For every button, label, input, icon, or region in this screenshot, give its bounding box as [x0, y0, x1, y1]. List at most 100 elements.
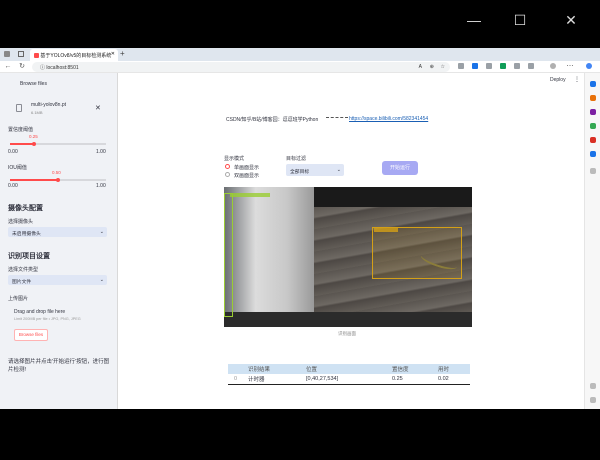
- edge-tools-icon[interactable]: [590, 109, 596, 115]
- radio-dual[interactable]: [225, 172, 230, 177]
- browse-files-button[interactable]: Browse files: [14, 329, 48, 341]
- filetype-select-value: 图片文件: [12, 279, 32, 285]
- radio-single[interactable]: [225, 164, 230, 169]
- extension-icon-1[interactable]: [458, 63, 464, 69]
- deploy-button[interactable]: Deploy: [550, 77, 566, 83]
- display-mode-label: 显示模式: [224, 156, 245, 162]
- conf-min: 0.00: [8, 149, 18, 155]
- browse-files-top[interactable]: Browse files: [20, 81, 47, 87]
- upload-dropzone[interactable]: Drag and drop file here Limit 200MB per …: [8, 305, 107, 348]
- edge-games-icon[interactable]: [590, 123, 596, 129]
- copilot-icon[interactable]: [586, 63, 592, 69]
- target-filter-label: 目标过滤: [286, 156, 307, 162]
- back-icon[interactable]: ←: [4, 63, 12, 71]
- iou-max: 1.00: [96, 183, 106, 189]
- edge-office-icon[interactable]: [590, 137, 596, 143]
- window-titlebar: — ☐ ✕: [0, 0, 600, 40]
- cell-time: 0.02: [432, 374, 470, 385]
- iou-min: 0.00: [8, 183, 18, 189]
- detection-label-2: [374, 228, 398, 232]
- bilibili-link[interactable]: https://space.bilibili.com/582341454: [349, 116, 428, 122]
- detection-label-1: [230, 193, 270, 197]
- tab-list-icon[interactable]: [18, 51, 24, 57]
- iou-label: IOU阈值: [8, 165, 27, 171]
- cell-confidence: 0.25: [386, 374, 432, 385]
- extension-icon-4[interactable]: [500, 63, 506, 69]
- run-button[interactable]: 开始运行: [382, 161, 418, 175]
- iou-value: 0.50: [52, 170, 61, 175]
- separator-dashes: [326, 117, 348, 118]
- sidebar-hint: 请选择图片并点击'开始运行'按钮，进行图片检测!: [8, 359, 110, 373]
- tab-title: 基于YOLOv8/v5的目标检测系统: [40, 53, 112, 59]
- taskbar: [0, 409, 600, 460]
- tab-close-icon[interactable]: ✕: [111, 51, 115, 57]
- camera-select-value: 未启用摄像头: [12, 231, 41, 237]
- conf-slider[interactable]: [10, 142, 106, 146]
- camera-select[interactable]: 未启用摄像头 ⌄: [8, 227, 107, 237]
- new-tab-icon[interactable]: +: [120, 49, 125, 58]
- browser-app-icon[interactable]: [4, 51, 10, 57]
- radio-dual-label: 双画面显示: [234, 173, 260, 179]
- table-row[interactable]: 0 计时器 [0,40,27,534] 0.25 0.02: [228, 374, 470, 385]
- tab-favicon-icon: [34, 53, 39, 59]
- cell-index: 0: [228, 374, 242, 385]
- camera-heading: 摄像头配置: [8, 205, 43, 212]
- project-heading: 识别项目设置: [8, 253, 50, 260]
- detection-box-1: [224, 193, 233, 317]
- iou-slider-fill: [10, 179, 58, 181]
- favorite-star-icon[interactable]: ☆: [441, 64, 445, 70]
- browser-tab[interactable]: 基于YOLOv8/v5的目标检测系统 ✕: [30, 49, 118, 61]
- address-bar[interactable]: ⓘ localhost:8501 A ⊕ ☆: [32, 62, 450, 72]
- refresh-icon[interactable]: ↻: [18, 63, 26, 71]
- conf-max: 1.00: [96, 149, 106, 155]
- col-result-header: 识别结果: [242, 364, 300, 374]
- extension-icon-3[interactable]: [486, 63, 492, 69]
- camera-select-label: 选择摄像头: [8, 219, 34, 225]
- table-header-row: 识别结果 位置 置信度 用时: [228, 364, 470, 374]
- conf-slider-fill: [10, 143, 34, 145]
- upload-label: 上传图片: [8, 296, 29, 302]
- conf-label: 置信度阈值: [8, 127, 34, 133]
- col-position-header: 位置: [300, 364, 386, 374]
- chevron-down-icon: ⌄: [99, 277, 104, 283]
- main-menu-icon[interactable]: ⋮: [574, 76, 580, 83]
- collections-icon[interactable]: [514, 63, 520, 69]
- favorites-icon[interactable]: [528, 63, 534, 69]
- edge-sidebar: [584, 73, 600, 409]
- results-table: 识别结果 位置 置信度 用时 0 计时器 [0,40,27,534] 0.25 …: [228, 364, 470, 385]
- maximize-button[interactable]: ☐: [512, 12, 528, 28]
- col-confidence-header: 置信度: [386, 364, 432, 374]
- url-text: localhost:8501: [46, 65, 79, 71]
- remove-file-icon[interactable]: ✕: [95, 104, 101, 112]
- edge-split-icon[interactable]: [590, 383, 596, 389]
- edge-settings-icon[interactable]: [590, 397, 596, 403]
- conf-slider-knob[interactable]: [32, 142, 36, 146]
- author-line: CSDN/知乎/B站/博客园：逗逗班学Python: [226, 117, 319, 123]
- streamlit-page: Browse files multi-yolov8n.pt 6.1MB ✕ 置信…: [0, 73, 600, 409]
- filetype-select[interactable]: 图片文件 ⌄: [8, 275, 107, 285]
- read-aloud-icon[interactable]: A: [419, 64, 422, 70]
- filetype-label: 选择文件类型: [8, 267, 39, 273]
- laptop-dark-top: [314, 187, 472, 207]
- file-size: 6.1MB: [31, 110, 43, 115]
- iou-slider-knob[interactable]: [56, 178, 60, 182]
- profile-icon[interactable]: [550, 63, 556, 69]
- browser-menu-icon[interactable]: ⋯: [566, 63, 574, 71]
- minimize-button[interactable]: —: [466, 12, 482, 28]
- close-button[interactable]: ✕: [563, 12, 579, 28]
- chevron-down-icon: ⌄: [336, 167, 341, 173]
- bottom-bar: [224, 312, 472, 327]
- iou-slider[interactable]: [10, 178, 106, 182]
- target-filter-select[interactable]: 全部目标 ⌄: [286, 164, 344, 176]
- tab-strip: 基于YOLOv8/v5的目标检测系统 ✕ +: [0, 48, 600, 61]
- edge-shopping-icon[interactable]: [590, 95, 596, 101]
- edge-search-icon[interactable]: [590, 81, 596, 87]
- image-caption: 识别画面: [338, 331, 356, 336]
- extension-icon-2[interactable]: [472, 63, 478, 69]
- file-name: multi-yolov8n.pt: [31, 102, 67, 108]
- edge-add-icon[interactable]: [590, 168, 596, 174]
- conf-value: 0.25: [29, 134, 38, 139]
- zoom-icon[interactable]: ⊕: [430, 64, 434, 70]
- dropzone-title: Drag and drop file here: [14, 309, 66, 315]
- edge-outlook-icon[interactable]: [590, 151, 596, 157]
